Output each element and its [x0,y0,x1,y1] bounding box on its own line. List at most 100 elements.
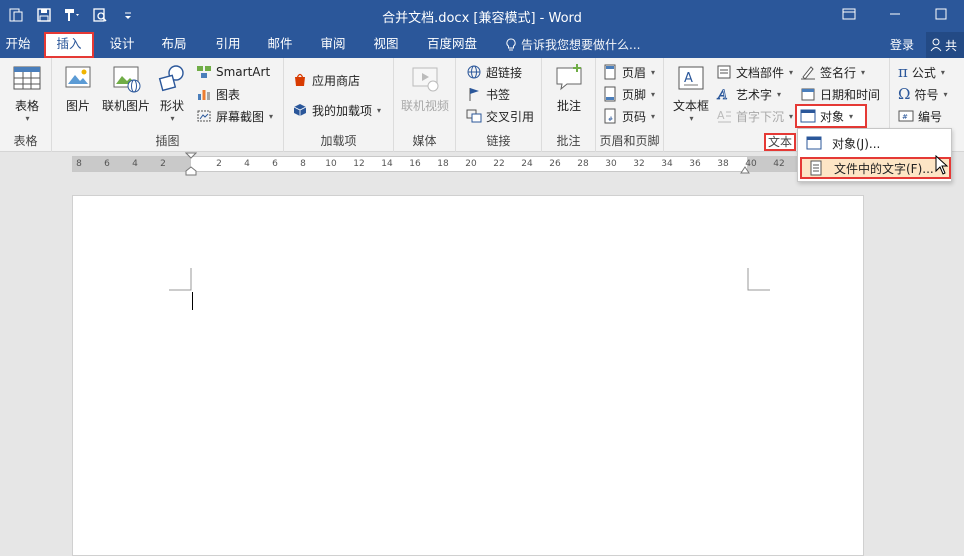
wordart-button[interactable]: A 艺术字 ▾ [716,84,781,104]
chevron-down-icon: ▾ [377,105,382,115]
ribbon-display-options-icon[interactable] [826,0,872,28]
picture-icon [65,66,91,88]
chart-button[interactable]: 图表 [196,84,240,104]
tab-view[interactable]: 视图 [364,32,408,58]
ruler-tick-label: 42 [773,159,785,169]
chevron-down-icon: ▾ [651,89,656,99]
store-button[interactable]: 应用商店 [292,70,360,90]
top-left-margin-mark [169,268,192,291]
ruler-tick-label: 8 [300,159,306,169]
header-icon [604,64,616,80]
tab-review[interactable]: 审阅 [311,32,355,58]
ruler-tick-label: 22 [493,159,505,169]
numbering-button[interactable]: # 编号 [898,106,942,126]
online-picture-icon [113,66,141,93]
table-icon [13,66,41,90]
right-indent-marker-icon[interactable] [740,164,750,174]
textbox-icon: A [678,66,704,90]
drop-cap-icon: A [717,109,731,123]
ruler-tick-label: 2 [216,159,222,169]
online-video-button[interactable]: 联机视频 [398,62,452,114]
equation-button[interactable]: π 公式 ▾ [898,62,945,82]
group-label-text-value: 文本 [763,133,797,151]
bookmark-label: 书签 [486,87,511,102]
cross-reference-button[interactable]: 交叉引用 [466,106,534,126]
object-button[interactable]: 对象 ▾ [795,104,867,128]
menu-item-text-from-file[interactable]: 文件中的文字(F)... [800,157,951,179]
group-label-media: 媒体 [412,134,437,148]
picture-button[interactable]: 图片 [62,62,94,114]
indent-marker-icon[interactable] [185,152,197,176]
ruler-tick-label: 8 [76,159,82,169]
ruler-tick-label: 10 [325,159,337,169]
comment-button[interactable]: 批注 [552,62,586,114]
chevron-down-icon: ▾ [777,89,782,99]
ruler-tick-label: 36 [689,159,701,169]
svg-text:A: A [717,109,725,122]
addins-cube-icon [293,104,307,116]
minimize-icon[interactable] [872,0,918,28]
hyperlink-icon [467,65,481,79]
screenshot-button[interactable]: 屏幕截图 ▾ [196,106,273,126]
chevron-down-icon: ▾ [789,67,794,77]
share-button[interactable]: 共 [926,32,964,58]
object-icon [806,136,822,150]
smartart-label: SmartArt [216,65,271,79]
date-time-label: 日期和时间 [820,87,881,102]
shapes-button[interactable]: 形状 ▾ [156,62,188,123]
tab-home[interactable]: 开始 [0,32,36,58]
group-header-footer: 页眉 ▾ 页脚 ▾ # 页码 ▾ 页眉和页脚 [596,58,664,152]
comment-label: 批注 [556,99,581,113]
top-right-margin-mark [747,268,770,291]
menu-item-object-label: 对象(J)... [832,136,881,151]
sign-in-link[interactable]: 登录 [890,36,914,53]
tab-layout[interactable]: 布局 [152,32,196,58]
wordart-label: 艺术字 [736,87,773,102]
group-label-header-footer: 页眉和页脚 [599,134,660,148]
tab-mailings[interactable]: 邮件 [258,32,302,58]
smartart-icon [197,66,211,78]
tell-me-text: 告诉我您想要做什么... [521,38,641,52]
quick-parts-button[interactable]: 文档部件 ▾ [716,62,793,82]
drop-cap-label: 首字下沉 [736,109,785,124]
drop-cap-button[interactable]: A 首字下沉 ▾ [716,106,793,126]
chevron-down-icon: ▾ [849,111,854,121]
header-button[interactable]: 页眉 ▾ [602,62,655,82]
online-picture-label: 联机图片 [101,99,150,113]
menu-item-object[interactable]: 对象(J)... [800,132,951,154]
symbol-button[interactable]: Ω 符号 ▾ [898,84,947,104]
ruler-tick-label: 20 [465,159,477,169]
footer-button[interactable]: 页脚 ▾ [602,84,655,104]
maximize-icon[interactable] [918,0,964,28]
textbox-button[interactable]: A 文本框 ▾ [670,62,712,123]
document-page[interactable] [72,195,864,556]
chevron-down-icon: ▾ [25,114,30,123]
page-number-button[interactable]: # 页码 ▾ [602,106,655,126]
tab-insert[interactable]: 插入 [44,32,94,58]
date-time-button[interactable]: 日期和时间 [800,84,880,104]
tab-references[interactable]: 引用 [206,32,250,58]
quick-parts-icon [717,65,731,79]
svg-text:A: A [717,88,727,102]
bookmark-button[interactable]: 书签 [466,84,510,104]
ruler-tick-label: 14 [381,159,393,169]
my-addins-button[interactable]: 我的加载项 ▾ [292,100,381,120]
share-label: 共 [945,38,958,53]
person-icon [930,38,942,52]
table-button[interactable]: 表格 ▾ [8,62,46,123]
hyperlink-button[interactable]: 超链接 [466,62,522,82]
smartart-button[interactable]: SmartArt [196,62,270,82]
menu-item-text-from-file-label: 文件中的文字(F)... [834,161,934,176]
tab-design[interactable]: 设计 [100,32,144,58]
window-controls [826,0,964,32]
quick-parts-label: 文档部件 [736,65,785,80]
online-picture-button[interactable]: 联机图片 [98,62,154,114]
mouse-pointer-icon [935,155,949,175]
tell-me-box[interactable]: 告诉我您想要做什么... [505,36,640,53]
ruler-tick-label: 26 [549,159,561,169]
group-comments: 批注 批注 [542,58,596,152]
tab-baidu-netdisk[interactable]: 百度网盘 [418,32,486,58]
chevron-down-icon: ▾ [689,114,694,123]
ruler-tick-label: 6 [272,159,278,169]
signature-line-button[interactable]: 签名行 ▾ [800,62,865,82]
